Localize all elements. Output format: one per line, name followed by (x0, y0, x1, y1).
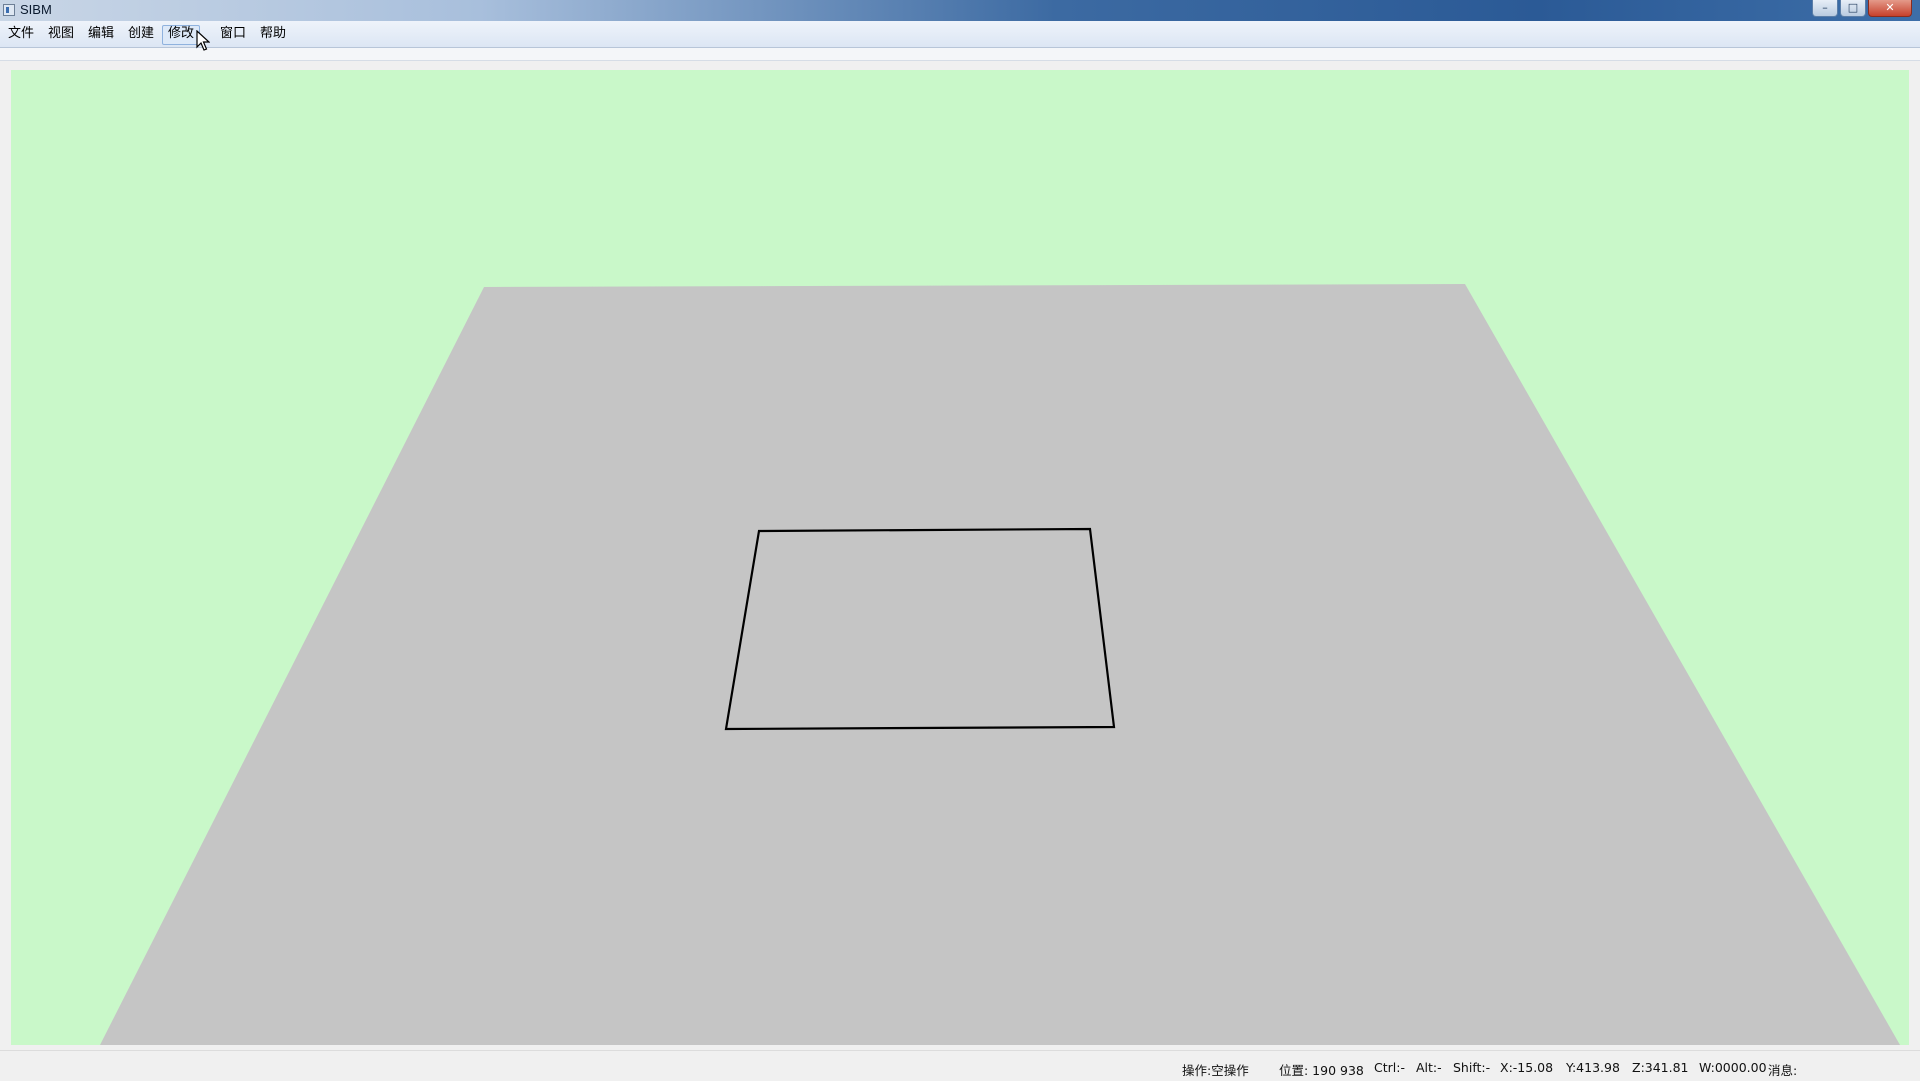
maximize-button[interactable]: □ (1840, 0, 1866, 17)
menu-help[interactable]: 帮助 (255, 25, 291, 43)
status-w: W:0000.00 (1699, 1060, 1767, 1075)
status-operation: 操作:空操作 (1182, 1063, 1249, 1078)
title-bar: SIBM – □ ✕ (0, 0, 1920, 21)
menu-bar: 文件 视图 编辑 创建 修改 窗口 帮助 (0, 21, 1920, 48)
status-bar: 操作:空操作 位置: 190 938 Ctrl:- Alt:- Shift:- … (0, 1050, 1920, 1081)
status-ctrl: Ctrl:- (1374, 1060, 1405, 1075)
status-position: 位置: 190 938 (1279, 1063, 1364, 1078)
mouse-cursor-icon (196, 30, 210, 51)
status-z: Z:341.81 (1632, 1060, 1689, 1075)
menu-view[interactable]: 视图 (43, 25, 79, 43)
3d-viewport[interactable] (11, 70, 1909, 1045)
menu-file[interactable]: 文件 (3, 25, 39, 43)
window-controls: – □ ✕ (1810, 0, 1912, 18)
viewport-canvas[interactable] (11, 70, 1909, 1045)
status-shift: Shift:- (1453, 1060, 1491, 1075)
minimize-button[interactable]: – (1812, 0, 1838, 17)
menu-window[interactable]: 窗口 (215, 25, 251, 43)
close-button[interactable]: ✕ (1868, 0, 1912, 17)
app-icon[interactable] (3, 4, 15, 16)
menu-modify[interactable]: 修改 (162, 25, 201, 45)
ground-plane[interactable] (100, 284, 1900, 1045)
status-y: Y:413.98 (1566, 1060, 1620, 1075)
status-message: 消息: (1768, 1063, 1798, 1078)
menu-create[interactable]: 创建 (123, 25, 159, 43)
status-x: X:-15.08 (1500, 1060, 1554, 1075)
toolbar-strip (0, 48, 1920, 61)
status-alt: Alt:- (1416, 1060, 1442, 1075)
window-title: SIBM (20, 2, 52, 17)
menu-edit[interactable]: 编辑 (83, 25, 119, 43)
